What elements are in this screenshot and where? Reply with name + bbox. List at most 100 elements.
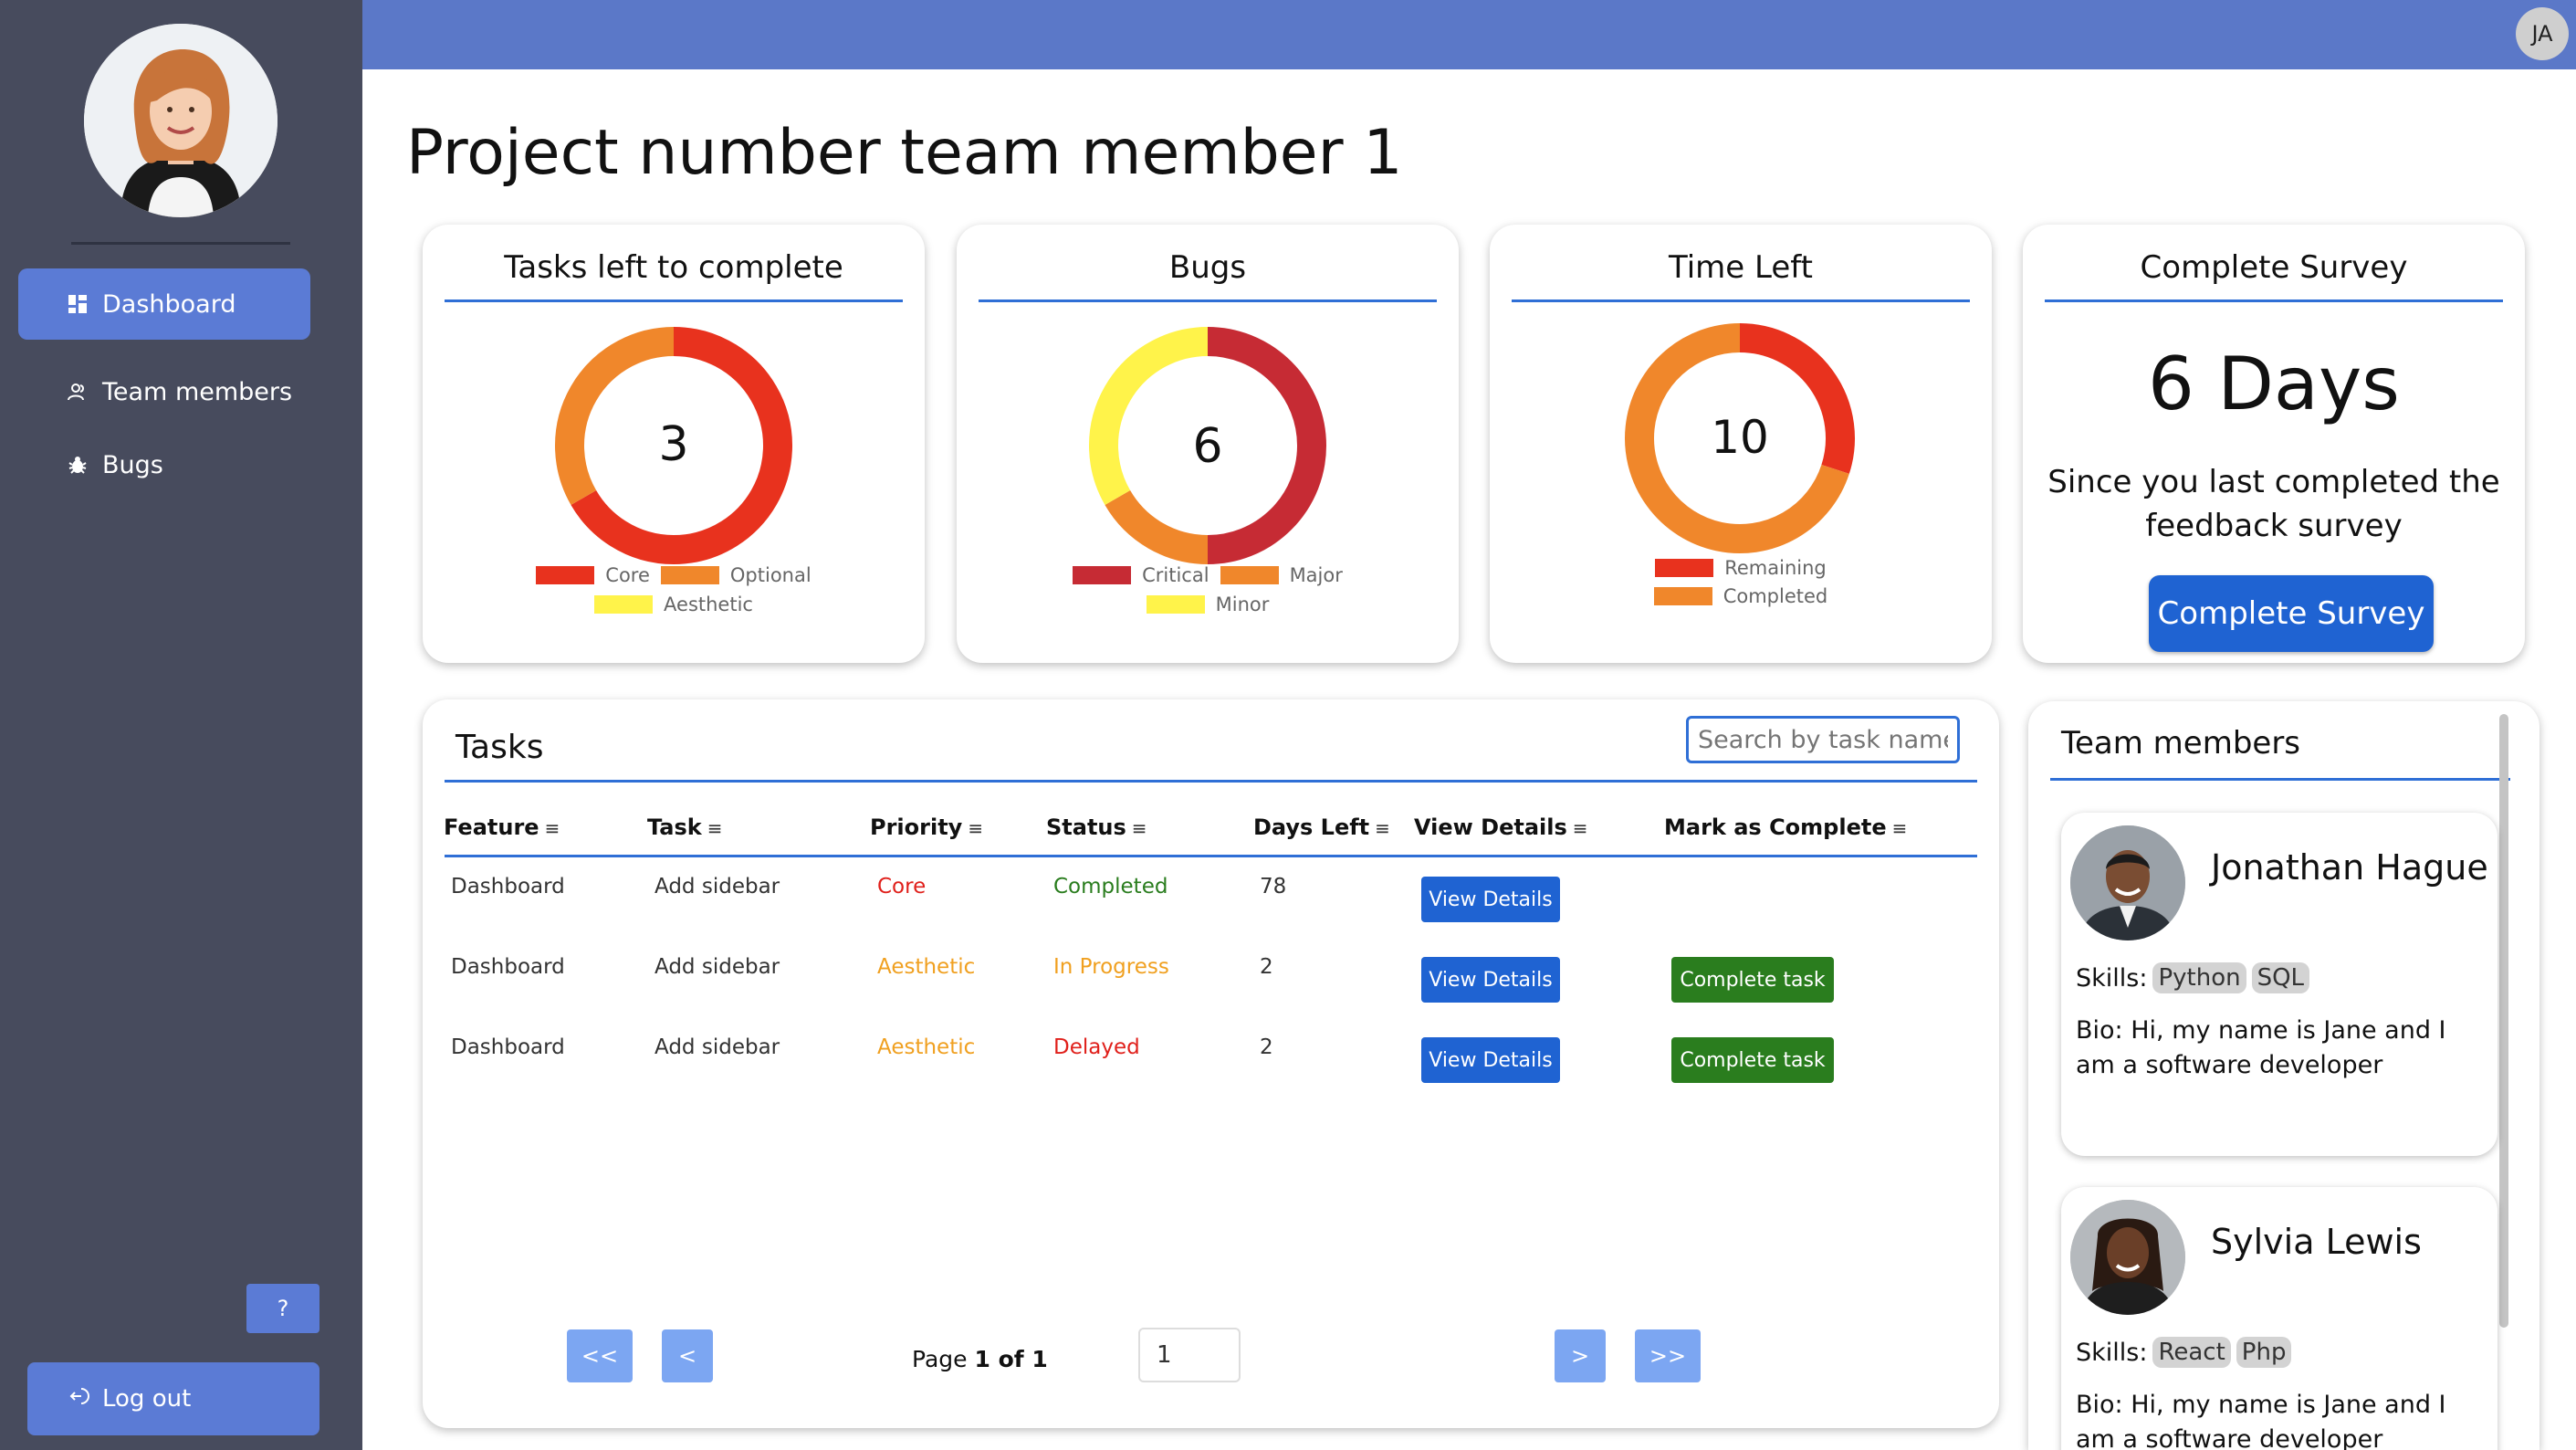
cell-task: Add sidebar bbox=[654, 1035, 780, 1059]
profile-avatar bbox=[84, 24, 277, 217]
sort-icon: ≡ bbox=[1891, 817, 1908, 839]
legend-item-aesthetic: Aesthetic bbox=[594, 594, 753, 615]
logout-label: Log out bbox=[102, 1385, 192, 1413]
tasks-left-card: Tasks left to complete 3 Core Optional A… bbox=[423, 225, 925, 663]
skills-label: Skills: bbox=[2076, 1338, 2148, 1367]
column-header-status[interactable]: Status ≡ bbox=[1046, 814, 1147, 840]
page-of: 1 of 1 bbox=[974, 1346, 1048, 1372]
card-title: Bugs bbox=[979, 245, 1437, 302]
legend-label: Minor bbox=[1215, 594, 1270, 615]
column-header-feature[interactable]: Feature ≡ bbox=[444, 814, 560, 840]
cell-feature: Dashboard bbox=[451, 1035, 565, 1059]
legend-label: Completed bbox=[1723, 584, 1828, 607]
bugs-card: Bugs 6 Critical Major Minor bbox=[957, 225, 1459, 663]
tasks-legend: Core Optional Aesthetic bbox=[423, 561, 925, 619]
column-header-task[interactable]: Task ≡ bbox=[647, 814, 722, 840]
skill-badge: Python bbox=[2152, 962, 2246, 993]
cell-feature: Dashboard bbox=[451, 875, 565, 898]
legend-label: Optional bbox=[729, 564, 812, 586]
survey-text: Since you last completed the feedback su… bbox=[2047, 464, 2500, 544]
page-number-input[interactable] bbox=[1138, 1328, 1241, 1382]
legend-swatch bbox=[594, 595, 654, 614]
last-page-button[interactable]: >> bbox=[1635, 1329, 1701, 1382]
bugs-donut-chart: 6 bbox=[1085, 323, 1330, 572]
member-card[interactable]: Jonathan Hague Skills: Python SQL Bio: H… bbox=[2061, 813, 2497, 1156]
legend-item-major: Major bbox=[1220, 564, 1343, 586]
column-header-priority[interactable]: Priority ≡ bbox=[870, 814, 983, 840]
time-donut-center: 10 bbox=[1711, 411, 1769, 464]
time-legend: Remaining Completed bbox=[1490, 553, 1992, 610]
sort-icon: ≡ bbox=[1572, 817, 1588, 839]
legend-swatch bbox=[1653, 586, 1712, 605]
user-avatar[interactable]: JA bbox=[2516, 7, 2569, 60]
column-header-mark-complete[interactable]: Mark as Complete ≡ bbox=[1664, 814, 1907, 840]
legend-swatch bbox=[1146, 595, 1205, 614]
team-divider bbox=[2050, 778, 2510, 781]
prev-page-button[interactable]: < bbox=[662, 1329, 713, 1382]
time-donut-svg: 10 bbox=[1625, 323, 1855, 553]
cell-priority: Aesthetic bbox=[877, 955, 976, 979]
cell-priority: Core bbox=[877, 875, 927, 898]
member-skills: Skills: React Php bbox=[2076, 1337, 2292, 1368]
card-title: Complete Survey bbox=[2045, 245, 2503, 302]
team-members-card: Team members Jonathan Hague Skills: Pyth… bbox=[2028, 701, 2539, 1450]
legend-label: Core bbox=[605, 564, 650, 586]
legend-swatch bbox=[536, 566, 595, 584]
sort-icon: ≡ bbox=[968, 817, 984, 839]
sidebar-divider bbox=[71, 242, 290, 245]
complete-task-button[interactable]: Complete task bbox=[1671, 957, 1834, 1003]
legend-swatch bbox=[1073, 566, 1132, 584]
legend-label: Critical bbox=[1142, 564, 1209, 586]
sidebar-item-label: Team members bbox=[102, 377, 293, 406]
cell-days-left: 2 bbox=[1260, 1035, 1273, 1059]
member-photo bbox=[2070, 1200, 2185, 1315]
cell-days-left: 78 bbox=[1260, 875, 1287, 898]
column-header-label: View Details bbox=[1414, 814, 1567, 840]
top-bar: JA bbox=[362, 0, 2576, 69]
complete-survey-button[interactable]: Complete Survey bbox=[2149, 575, 2434, 652]
column-header-days-left[interactable]: Days Left ≡ bbox=[1253, 814, 1390, 840]
donut-slice-critical bbox=[1207, 327, 1326, 564]
next-page-button[interactable]: > bbox=[1555, 1329, 1606, 1382]
legend-swatch bbox=[1220, 566, 1279, 584]
sidebar-item-team-members[interactable]: Team members bbox=[18, 356, 310, 427]
time-donut-chart: 10 bbox=[1621, 320, 1859, 561]
legend-label: Aesthetic bbox=[664, 594, 753, 615]
sidebar-item-bugs[interactable]: Bugs bbox=[18, 429, 310, 500]
task-search-input[interactable] bbox=[1686, 716, 1960, 763]
sort-icon: ≡ bbox=[544, 817, 560, 839]
cell-feature: Dashboard bbox=[451, 955, 565, 979]
survey-days: 6 Days bbox=[2148, 341, 2400, 426]
donut-slice-major bbox=[1105, 489, 1209, 564]
tasks-divider bbox=[445, 780, 1977, 783]
view-details-button[interactable]: View Details bbox=[1421, 1037, 1560, 1083]
help-button[interactable]: ? bbox=[246, 1284, 319, 1333]
team-title: Team members bbox=[2061, 725, 2301, 762]
column-header-label: Priority bbox=[870, 814, 963, 840]
member-card[interactable]: Sylvia Lewis Skills: React Php Bio: Hi, … bbox=[2061, 1187, 2497, 1450]
page-prefix: Page bbox=[912, 1346, 975, 1372]
table-header-divider bbox=[445, 855, 1977, 857]
sort-icon: ≡ bbox=[707, 817, 723, 839]
member-name: Sylvia Lewis bbox=[2211, 1222, 2422, 1262]
bugs-donut-center: 6 bbox=[1192, 419, 1222, 474]
view-details-button[interactable]: View Details bbox=[1421, 957, 1560, 1003]
team-scrollbar[interactable] bbox=[2499, 714, 2508, 1328]
cell-priority: Aesthetic bbox=[877, 1035, 976, 1059]
skills-label: Skills: bbox=[2076, 963, 2148, 993]
sidebar-item-dashboard[interactable]: Dashboard bbox=[18, 268, 310, 340]
first-page-button[interactable]: << bbox=[567, 1329, 633, 1382]
complete-task-button[interactable]: Complete task bbox=[1671, 1037, 1834, 1083]
logout-button[interactable]: Log out bbox=[27, 1362, 319, 1435]
legend-item-remaining: Remaining bbox=[1655, 557, 1827, 579]
column-header-label: Feature bbox=[444, 814, 539, 840]
tasks-title: Tasks bbox=[456, 729, 544, 766]
logout-icon bbox=[69, 1386, 89, 1412]
column-header-label: Days Left bbox=[1253, 814, 1370, 840]
bugs-legend: Critical Major Minor bbox=[957, 561, 1459, 619]
column-header-view-details[interactable]: View Details ≡ bbox=[1414, 814, 1588, 840]
team-icon bbox=[62, 383, 93, 401]
view-details-button[interactable]: View Details bbox=[1421, 877, 1560, 922]
sort-icon: ≡ bbox=[1375, 817, 1390, 839]
tasks-card: Tasks Feature≡ Task≡ Priority≡ Status≡ D… bbox=[423, 699, 1999, 1428]
